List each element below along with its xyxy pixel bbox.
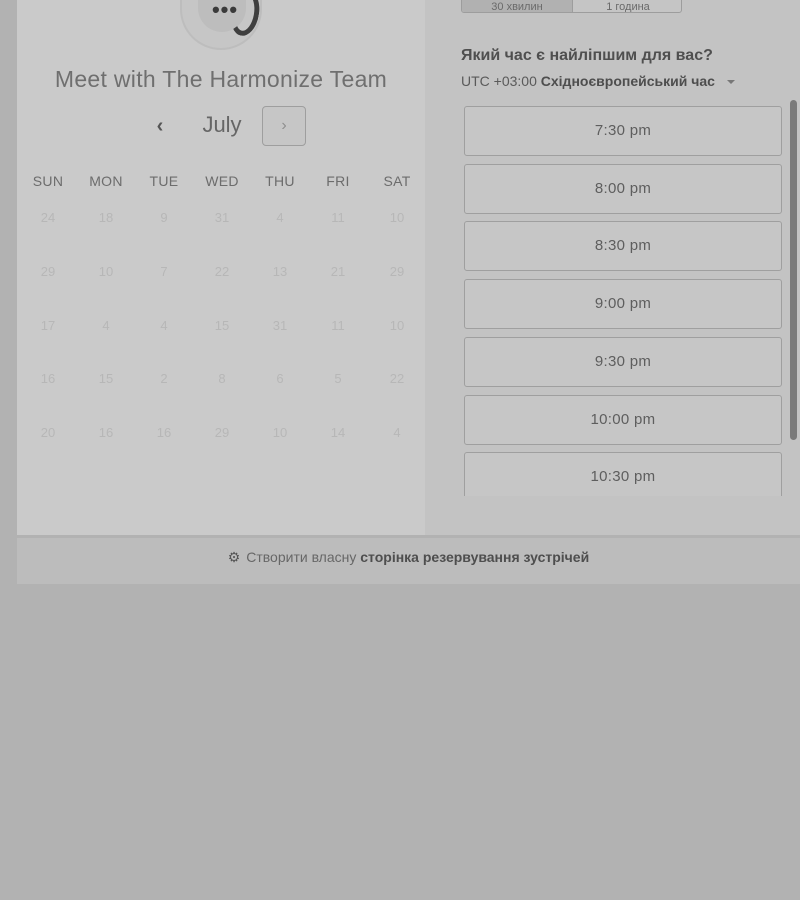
footer-link[interactable]: сторінка резервування зустрічей — [360, 549, 589, 565]
calendar-day: 21 — [330, 264, 346, 279]
calendar-day: 31 — [214, 210, 230, 225]
calendar-day: 22 — [214, 264, 230, 279]
calendar-day: 29 — [389, 264, 405, 279]
footer: ⚙ Створити власну сторінка резервування … — [17, 538, 800, 584]
calendar-day: 29 — [214, 425, 230, 440]
time-slot-button[interactable]: 9:00 pm — [464, 279, 782, 330]
calendar-day: 9 — [160, 210, 168, 225]
time-slot-button[interactable]: 7:30 pm — [464, 106, 782, 156]
calendar-day: 5 — [334, 371, 342, 386]
weekday-label: SAT — [383, 173, 411, 189]
calendar-day: 18 — [98, 210, 114, 225]
weekday-label: MON — [89, 173, 123, 189]
time-slot-button[interactable]: 10:30 pm — [464, 452, 782, 496]
calendar-day: 15 — [98, 371, 114, 386]
chevron-right-icon: › — [281, 117, 287, 134]
calendar-day: 4 — [393, 425, 401, 440]
calendar-day: 16 — [156, 425, 172, 440]
month-label: July — [202, 112, 242, 137]
calendar-day: 11 — [331, 210, 345, 225]
calendar-day: 10 — [272, 425, 288, 440]
timezone-name: Східноєвропейський час — [540, 73, 715, 89]
calendar-day: 14 — [330, 425, 346, 440]
calendar-day: 10 — [389, 318, 405, 333]
calendar-day: 31 — [272, 318, 288, 333]
calendar-day: 29 — [40, 264, 56, 279]
scrollbar[interactable] — [790, 100, 797, 440]
weekday-label: THU — [265, 173, 295, 189]
weekday-label: SUN — [32, 173, 64, 189]
calendar-day: 20 — [40, 425, 56, 440]
next-month-button[interactable]: › — [262, 106, 306, 146]
calendar-day: 6 — [276, 371, 284, 386]
tab-duration-short[interactable]: 30 хвилин — [462, 0, 572, 12]
weekday-label: FRI — [326, 173, 350, 189]
calendar-day: 11 — [331, 318, 345, 333]
duration-tabs: 30 хвилин 1 година — [461, 0, 682, 13]
caret-down-icon — [726, 80, 735, 85]
time-slot-button[interactable]: 8:00 pm — [464, 163, 782, 214]
calendar-day: 15 — [214, 318, 230, 333]
calendar-day: 17 — [40, 318, 56, 333]
calendar-day: 4 — [276, 210, 284, 225]
calendar-day: 22 — [389, 371, 405, 386]
calendar-day: 10 — [389, 210, 405, 225]
timezone-selector[interactable]: UTC +03:00 Східноєвропейський час — [461, 73, 735, 89]
weekday-label: WED — [205, 173, 239, 189]
time-slot-list: 7:30 pm 8:00 pm 8:30 pm 9:00 pm 9:30 pm 10:00… — [464, 106, 782, 496]
calendar-day: 16 — [98, 425, 114, 440]
chevron-left-icon: ‹ — [156, 115, 164, 137]
calendar-day: 8 — [218, 371, 226, 386]
time-slot-button[interactable]: 9:30 pm — [464, 336, 782, 387]
calendar-day: 2 — [160, 371, 168, 386]
calendar-day: 13 — [272, 264, 288, 279]
calendar-day: 10 — [98, 264, 114, 279]
calendar-day: 16 — [40, 371, 56, 386]
calendar-day: 7 — [160, 264, 168, 279]
weekday-label: TUE — [149, 173, 179, 189]
previous-month-button[interactable]: ‹ — [148, 114, 172, 138]
timezone-offset: UTC +03:00 — [461, 73, 537, 89]
page-title: Meet with The Harmonize Team — [54, 66, 388, 92]
time-slot-button[interactable]: 10:00 pm — [464, 394, 782, 445]
ellipsis-icon: ••• — [211, 0, 239, 22]
calendar-day: 4 — [102, 318, 110, 333]
tab-duration-long[interactable]: 1 година — [572, 0, 681, 12]
calendar-day: 24 — [40, 210, 56, 225]
calendar-day: 4 — [160, 318, 168, 333]
time-question: Який час є найліпшим для вас? — [461, 47, 713, 64]
footer-prefix: Створити власну — [246, 549, 357, 565]
sprocket-icon: ⚙ — [227, 549, 241, 565]
time-slot-button[interactable]: 8:30 pm — [464, 221, 782, 272]
